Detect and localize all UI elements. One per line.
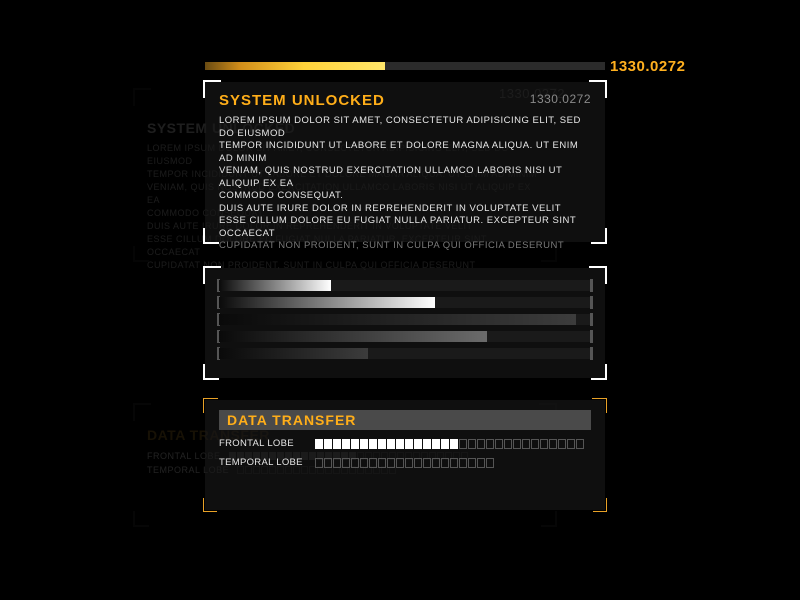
panel3-titlebar: DATA TRANSFER <box>219 410 591 430</box>
bar-row <box>219 331 591 342</box>
transfer-label: TEMPORAL LOBE <box>219 457 305 468</box>
bar-row <box>219 280 591 291</box>
panel1-body: LOREM IPSUM DOLOR SIT AMET, CONSECTETUR … <box>219 115 591 253</box>
panel-data-transfer: DATA TRANSFER FRONTAL LOBE TEMPORAL LOBE <box>205 400 605 510</box>
panel-bars <box>205 268 605 378</box>
panel-system-unlocked: SYSTEM UNLOCKED 1330.0272 LOREM IPSUM DO… <box>205 82 605 242</box>
panel3-title: DATA TRANSFER <box>227 412 356 428</box>
transfer-label: FRONTAL LOBE <box>219 438 305 449</box>
bar-row <box>219 314 591 325</box>
top-progress-bar <box>205 62 605 70</box>
bar-row <box>219 348 591 359</box>
transfer-row: FRONTAL LOBE <box>219 438 591 449</box>
top-readout: 1330.0272 <box>610 58 685 75</box>
transfer-row: TEMPORAL LOBE <box>219 457 591 468</box>
panel1-readout: 1330.0272 <box>530 92 591 106</box>
bar-row <box>219 297 591 308</box>
